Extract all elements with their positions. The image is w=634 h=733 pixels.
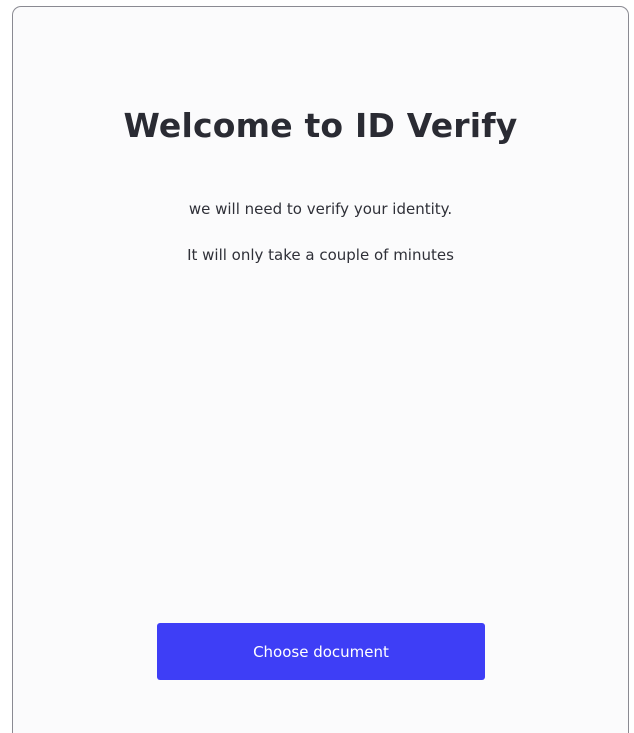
page-title: Welcome to ID Verify [123, 106, 518, 145]
duration-text: It will only take a couple of minutes [187, 246, 454, 264]
choose-document-button[interactable]: Choose document [157, 623, 485, 680]
welcome-card: Welcome to ID Verify we will need to ver… [12, 6, 629, 733]
verify-identity-text: we will need to verify your identity. [188, 200, 453, 218]
